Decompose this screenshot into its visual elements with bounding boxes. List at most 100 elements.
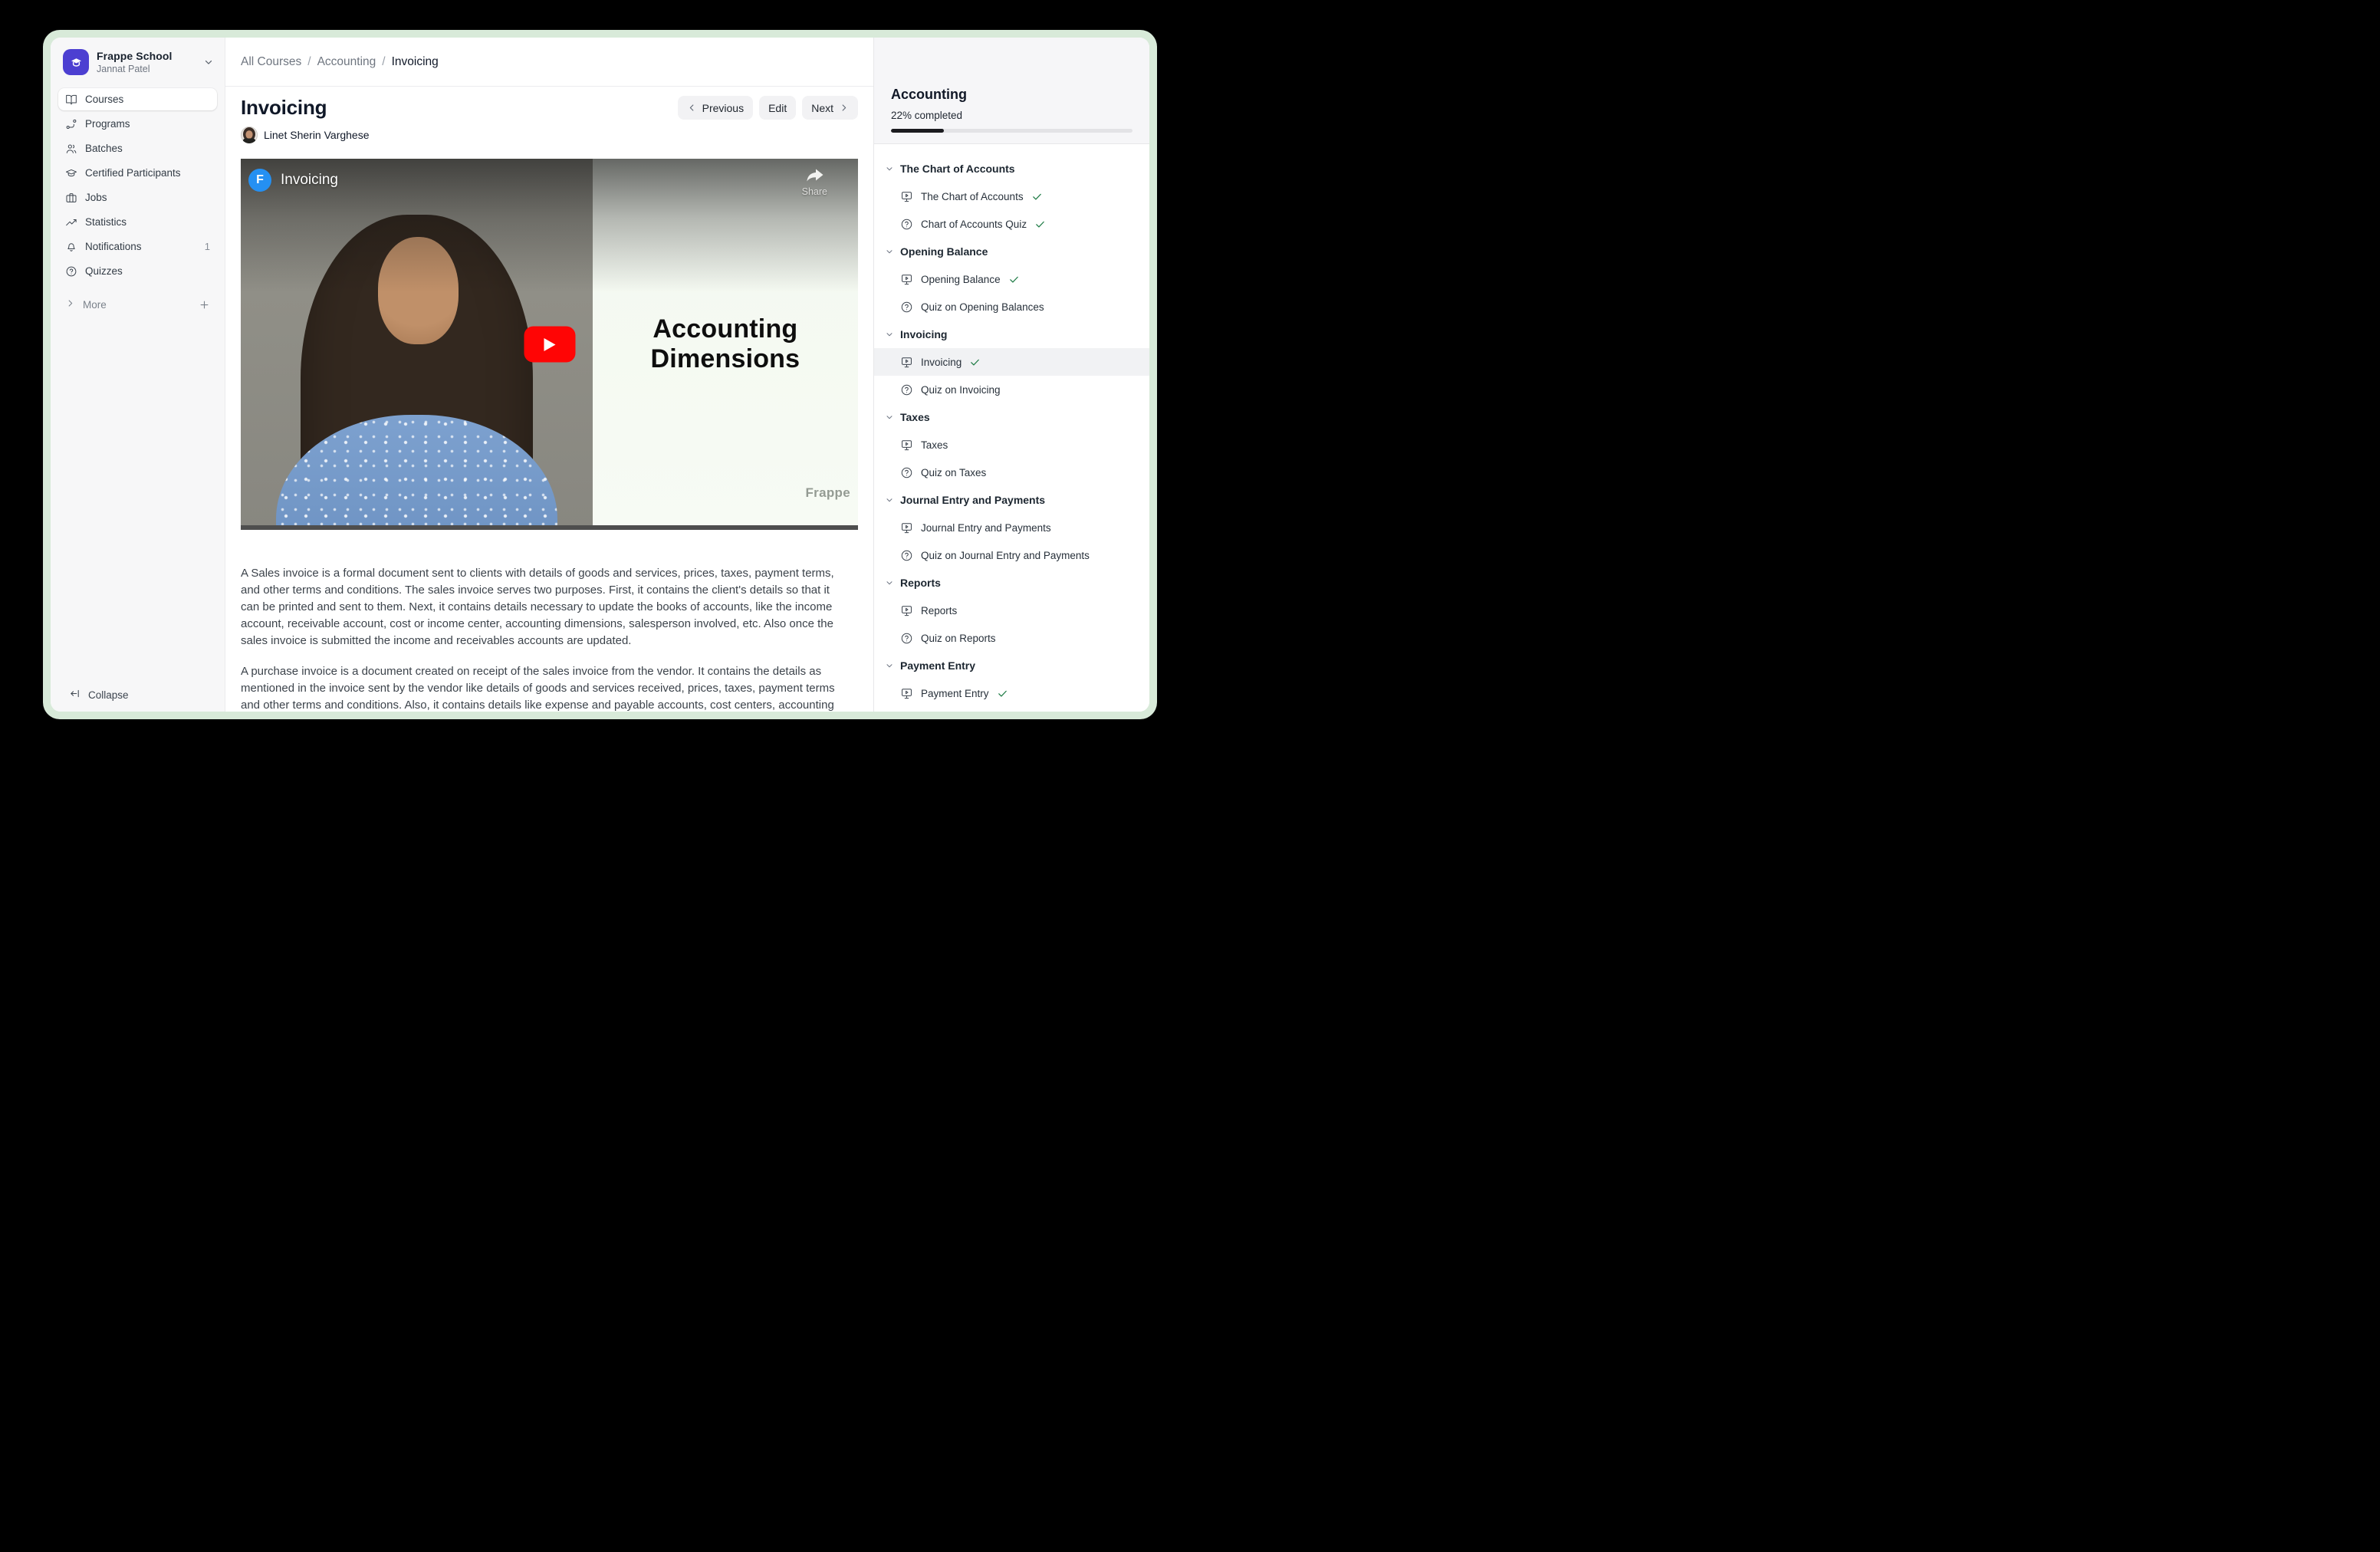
frappe-watermark: Frappe bbox=[806, 485, 850, 501]
breadcrumb-link-all-courses[interactable]: All Courses bbox=[241, 55, 301, 69]
breadcrumb-separator: / bbox=[382, 55, 385, 69]
outline-quiz-quiz-on-opening-balances[interactable]: Quiz on Opening Balances bbox=[874, 293, 1149, 321]
video-lesson-icon bbox=[900, 190, 913, 203]
outline-lesson-invoicing[interactable]: Invoicing bbox=[874, 348, 1149, 376]
sidebar-item-notifications[interactable]: Notifications1 bbox=[58, 235, 217, 258]
sidebar-item-jobs[interactable]: Jobs bbox=[58, 186, 217, 209]
outline-lesson-opening-balance[interactable]: Opening Balance bbox=[874, 265, 1149, 293]
chevron-down-icon bbox=[885, 661, 894, 670]
sidebar-item-courses[interactable]: Courses bbox=[58, 88, 217, 110]
previous-button[interactable]: Previous bbox=[678, 96, 753, 120]
slide-title: AccountingDimensions bbox=[651, 314, 800, 374]
share-icon bbox=[804, 168, 824, 185]
outline-item-label: Quiz on Opening Balances bbox=[921, 301, 1044, 313]
sidebar-item-quizzes[interactable]: Quizzes bbox=[58, 260, 217, 282]
progress-bar-fill bbox=[891, 129, 944, 133]
video-lesson-icon bbox=[900, 356, 913, 369]
section-title: Invoicing bbox=[900, 328, 947, 340]
section-title: Reports bbox=[900, 577, 941, 589]
chevron-down-icon bbox=[885, 413, 894, 422]
trending-up-icon bbox=[65, 216, 77, 229]
sidebar-item-batches[interactable]: Batches bbox=[58, 137, 217, 159]
user-name: Jannat Patel bbox=[97, 64, 196, 74]
outline-quiz-quiz-on-taxes[interactable]: Quiz on Taxes bbox=[874, 459, 1149, 486]
section-title: Payment Entry bbox=[900, 659, 975, 672]
video-lesson-icon bbox=[900, 687, 913, 700]
outline-quiz-quiz-on-reports[interactable]: Quiz on Reports bbox=[874, 624, 1149, 652]
video-player[interactable]: AccountingDimensions Frappe F Invoicing … bbox=[241, 159, 858, 530]
page-title: Invoicing bbox=[241, 96, 327, 120]
outline-lesson-journal-entry-and-payments[interactable]: Journal Entry and Payments bbox=[874, 514, 1149, 541]
breadcrumb-link-accounting[interactable]: Accounting bbox=[317, 55, 376, 69]
outline-item-label: Quiz on Invoicing bbox=[921, 384, 1001, 396]
sidebar-item-statistics[interactable]: Statistics bbox=[58, 211, 217, 233]
completed-check-icon bbox=[1034, 219, 1046, 230]
author-row: Linet Sherin Varghese bbox=[241, 127, 858, 143]
lesson-nav-buttons: Previous Edit Next bbox=[678, 96, 858, 120]
main-area: All Courses /Accounting /Invoicing Invoi… bbox=[225, 38, 873, 712]
outline-item-label: Quiz on Journal Entry and Payments bbox=[921, 550, 1090, 561]
quiz-icon bbox=[900, 549, 913, 562]
play-button[interactable] bbox=[524, 327, 575, 363]
play-icon bbox=[541, 335, 558, 353]
outline-item-label: Taxes bbox=[921, 439, 948, 451]
video-progress-bar[interactable] bbox=[241, 525, 858, 530]
outline-quiz-chart-of-accounts-quiz[interactable]: Chart of Accounts Quiz bbox=[874, 210, 1149, 238]
outline-quiz-quiz-on-invoicing[interactable]: Quiz on Invoicing bbox=[874, 376, 1149, 403]
outline-section-taxes[interactable]: Taxes bbox=[874, 403, 1149, 431]
chevron-right-icon bbox=[65, 298, 75, 311]
video-lesson-icon bbox=[900, 273, 913, 286]
video-lesson-icon bbox=[900, 521, 913, 534]
share-label: Share bbox=[802, 186, 827, 197]
more-label: More bbox=[83, 299, 107, 311]
bell-icon bbox=[65, 241, 77, 253]
outline-section-journal-entry-and-payments[interactable]: Journal Entry and Payments bbox=[874, 486, 1149, 514]
collapse-sidebar-button[interactable]: Collapse bbox=[69, 688, 129, 702]
notification-count-badge: 1 bbox=[205, 241, 210, 252]
sidebar-item-label: Quizzes bbox=[85, 265, 123, 277]
outline-lesson-taxes[interactable]: Taxes bbox=[874, 431, 1149, 459]
sidebar-item-label: Statistics bbox=[85, 216, 127, 228]
sidebar-item-certified-participants[interactable]: Certified Participants bbox=[58, 162, 217, 184]
progress-bar bbox=[891, 129, 1132, 133]
outline-lesson-reports[interactable]: Reports bbox=[874, 597, 1149, 624]
next-button[interactable]: Next bbox=[802, 96, 858, 120]
graduation-cap-logo-icon bbox=[68, 54, 84, 71]
edit-button[interactable]: Edit bbox=[759, 96, 796, 120]
outline-lesson-the-chart-of-accounts[interactable]: The Chart of Accounts bbox=[874, 182, 1149, 210]
outline-section-the-chart-of-accounts[interactable]: The Chart of Accounts bbox=[874, 155, 1149, 182]
course-outline: The Chart of Accounts The Chart of Accou… bbox=[874, 144, 1149, 712]
outline-section-opening-balance[interactable]: Opening Balance bbox=[874, 238, 1149, 265]
briefcase-icon bbox=[65, 192, 77, 204]
outline-section-payment-entry[interactable]: Payment Entry bbox=[874, 652, 1149, 679]
video-slide-region: AccountingDimensions Frappe bbox=[593, 159, 858, 530]
outline-section-invoicing[interactable]: Invoicing bbox=[874, 321, 1149, 348]
collapse-icon bbox=[69, 688, 81, 702]
quiz-icon bbox=[900, 383, 913, 396]
outline-item-label: The Chart of Accounts bbox=[921, 191, 1024, 202]
programs-icon bbox=[65, 118, 77, 130]
breadcrumb: All Courses /Accounting /Invoicing bbox=[225, 38, 873, 87]
outline-lesson-payment-entry[interactable]: Payment Entry bbox=[874, 679, 1149, 707]
school-name: Frappe School bbox=[97, 50, 196, 62]
share-button[interactable]: Share bbox=[802, 168, 827, 197]
chevron-down-icon bbox=[885, 164, 894, 173]
sidebar-item-label: Batches bbox=[85, 143, 123, 154]
outline-item-label: Opening Balance bbox=[921, 274, 1001, 285]
completed-check-icon bbox=[997, 688, 1008, 699]
channel-avatar[interactable]: F bbox=[248, 169, 271, 192]
workspace-switcher[interactable]: Frappe School Jannat Patel bbox=[51, 38, 225, 82]
breadcrumb-current: Invoicing bbox=[392, 55, 439, 69]
completed-check-icon bbox=[1008, 274, 1020, 285]
plus-icon[interactable] bbox=[199, 299, 210, 311]
course-outline-panel: Accounting 22% completed The Chart of Ac… bbox=[873, 38, 1149, 712]
video-title[interactable]: Invoicing bbox=[281, 172, 338, 189]
graduation-cap-icon bbox=[65, 167, 77, 179]
course-title: Accounting bbox=[891, 87, 1132, 103]
sidebar-item-programs[interactable]: Programs bbox=[58, 113, 217, 135]
outline-quiz-quiz-on-journal-entry-and-payments[interactable]: Quiz on Journal Entry and Payments bbox=[874, 541, 1149, 569]
outline-section-reports[interactable]: Reports bbox=[874, 569, 1149, 597]
lesson-body: A Sales invoice is a formal document sen… bbox=[241, 565, 858, 712]
sidebar-item-more[interactable]: More bbox=[58, 294, 217, 315]
section-title: Journal Entry and Payments bbox=[900, 494, 1045, 506]
